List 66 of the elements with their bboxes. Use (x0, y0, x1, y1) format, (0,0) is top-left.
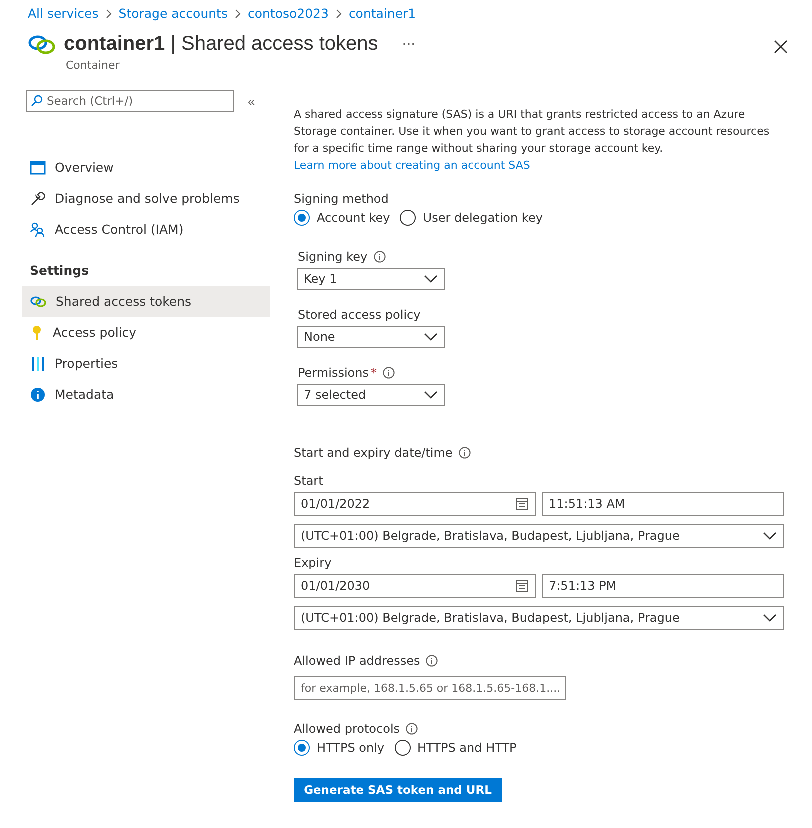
breadcrumb-link[interactable]: contoso2023 (248, 6, 329, 21)
sidebar-item[interactable]: Diagnose and solve problems (26, 183, 274, 214)
search-field[interactable]: Search (Ctrl+/) (26, 90, 234, 112)
radio-option[interactable]: HTTPS and HTTP (394, 740, 517, 756)
timezone-dropdown[interactable]: (UTC+01:00) Belgrade, Bratislava, Budapest, Ljubljana, Prague (294, 524, 784, 548)
info-icon (30, 386, 46, 402)
calendar-icon (516, 580, 528, 592)
chevron-down-icon (424, 391, 438, 399)
sliders-icon (30, 356, 46, 372)
radio-option[interactable]: User delegation key (400, 210, 543, 226)
field-label: Start and expiry date/time (294, 446, 453, 460)
sidebar-item[interactable]: Shared access tokens (22, 286, 270, 317)
sidebar-item[interactable]: Overview (26, 152, 274, 183)
key-icon (30, 324, 44, 340)
radio-option[interactable]: HTTPS only (294, 740, 385, 756)
field-label: Expiry (294, 556, 332, 570)
breadcrumb-link[interactable]: Storage accounts (118, 6, 228, 21)
field-label: Signing key (298, 250, 368, 264)
description-text: A shared access signature (SAS) is a URI that grants restricted access to an Azure Storage container. Use it when you want to grant access to storage account resources for a specific time range without sharing your storage account key. Learn more about creating an account SAS (294, 107, 771, 174)
sidebar-item[interactable]: Metadata (26, 379, 274, 410)
dropdown[interactable]: None (297, 326, 445, 348)
sidebar-item[interactable]: Properties (26, 348, 274, 379)
dropdown[interactable]: 7 selected (297, 384, 445, 406)
linked-rings-icon (28, 34, 56, 54)
date-field[interactable]: 01/01/2030 (294, 574, 536, 598)
info-icon (458, 447, 471, 459)
chevron-right-icon (234, 8, 242, 18)
people-icon (30, 222, 46, 238)
more-button[interactable]: ··· (402, 36, 416, 52)
sidebar-item[interactable]: Access policy (26, 317, 274, 348)
calendar-icon (516, 498, 528, 510)
close-icon[interactable] (774, 40, 788, 54)
learn-more-link[interactable]: Learn more about creating an account SAS (294, 159, 530, 172)
info-icon (406, 723, 418, 735)
radio-option[interactable]: Account key (294, 210, 390, 226)
time-field[interactable]: 11:51:13 AM (542, 492, 784, 516)
date-field[interactable]: 01/01/2022 (294, 492, 536, 516)
page-title: container1 | Shared access tokens (64, 33, 378, 56)
wrench-icon (30, 190, 46, 206)
chevron-down-icon (424, 333, 438, 341)
breadcrumb-link[interactable]: All services (28, 6, 99, 21)
section-heading: Settings (30, 263, 90, 278)
field-label: Start (294, 474, 324, 488)
chevron-down-icon (424, 275, 438, 283)
chevron-right-icon (334, 8, 343, 18)
field-label: Allowed IP addresses (294, 654, 420, 668)
time-field[interactable]: 7:51:13 PM (542, 574, 784, 598)
chevron-right-icon (104, 8, 113, 18)
info-icon (426, 655, 438, 667)
field-label: Stored access policy (298, 308, 421, 322)
chevron-down-icon (763, 532, 777, 540)
field-label: Permissions (298, 366, 369, 380)
field-label: Signing method (294, 192, 389, 206)
collapse-button[interactable]: « (248, 94, 256, 108)
search-icon (31, 95, 43, 107)
required-mark: * (370, 366, 377, 380)
dropdown[interactable]: Key 1 (297, 268, 445, 290)
timezone-dropdown[interactable]: (UTC+01:00) Belgrade, Bratislava, Budapest, Ljubljana, Prague (294, 606, 784, 630)
chevron-down-icon (763, 614, 777, 622)
generate-button[interactable]: Generate SAS token and URL (294, 778, 502, 802)
window-icon (30, 160, 46, 174)
page-subtitle: Container (66, 59, 121, 72)
sidebar-item[interactable]: Access Control (IAM) (26, 214, 274, 245)
breadcrumb-link[interactable]: container1 (348, 6, 416, 21)
field-label: Allowed protocols (294, 722, 400, 736)
linked-rings-icon (30, 296, 47, 308)
